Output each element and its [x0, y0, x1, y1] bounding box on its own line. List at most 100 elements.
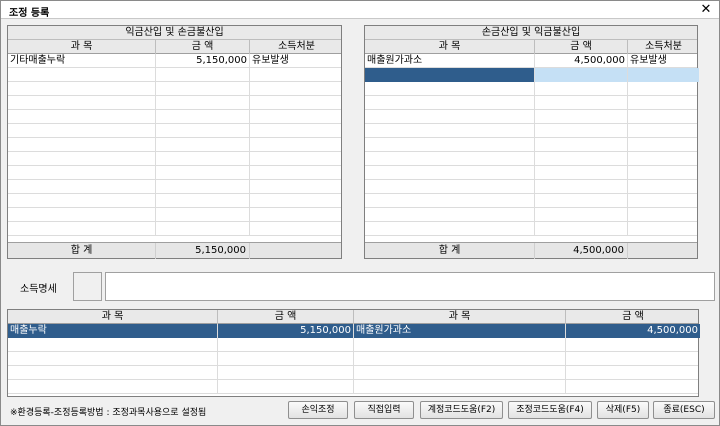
- cell-amount[interactable]: [535, 96, 628, 110]
- cell-amount[interactable]: [156, 68, 250, 82]
- cell-disposal[interactable]: [628, 194, 699, 208]
- table-row[interactable]: [365, 138, 697, 152]
- cell-disposal[interactable]: [250, 68, 343, 82]
- table-row[interactable]: [365, 194, 697, 208]
- cell-disposal[interactable]: [250, 110, 343, 124]
- table-row[interactable]: [8, 96, 341, 110]
- table-row[interactable]: [365, 68, 699, 82]
- cell-account[interactable]: [8, 82, 156, 96]
- table-row[interactable]: [8, 82, 341, 96]
- table-row[interactable]: [8, 68, 341, 82]
- cell-amount[interactable]: [535, 152, 628, 166]
- cell-account[interactable]: 매출누락: [8, 324, 218, 338]
- cell-account[interactable]: [365, 110, 535, 124]
- table-row[interactable]: [365, 110, 697, 124]
- cell-amount[interactable]: [156, 124, 250, 138]
- cell-account[interactable]: [8, 338, 218, 352]
- cell-amount-2[interactable]: [566, 366, 700, 380]
- cell-disposal[interactable]: [628, 68, 699, 82]
- table-row[interactable]: [365, 124, 697, 138]
- table-row[interactable]: [365, 152, 697, 166]
- cell-account[interactable]: [365, 194, 535, 208]
- cell-account[interactable]: [8, 352, 218, 366]
- table-row[interactable]: [365, 82, 697, 96]
- cell-amount-2[interactable]: [566, 352, 700, 366]
- cell-amount[interactable]: [535, 166, 628, 180]
- table-row[interactable]: [8, 110, 341, 124]
- table-row[interactable]: [8, 222, 341, 236]
- cell-disposal[interactable]: [628, 166, 699, 180]
- table-row[interactable]: [8, 124, 341, 138]
- table-row[interactable]: [8, 152, 341, 166]
- cell-account[interactable]: [8, 138, 156, 152]
- table-row[interactable]: [8, 166, 341, 180]
- cell-amount[interactable]: [156, 166, 250, 180]
- cell-account[interactable]: [365, 124, 535, 138]
- cell-account-2[interactable]: 매출원가과소: [354, 324, 566, 338]
- cell-amount[interactable]: [156, 208, 250, 222]
- cell-amount[interactable]: [535, 138, 628, 152]
- cell-amount-2[interactable]: 4,500,000: [566, 324, 700, 338]
- cell-account[interactable]: [365, 208, 535, 222]
- cell-amount[interactable]: [156, 180, 250, 194]
- table-row[interactable]: [8, 352, 698, 366]
- cell-amount[interactable]: [156, 138, 250, 152]
- table-row[interactable]: [365, 180, 697, 194]
- cell-account[interactable]: [8, 194, 156, 208]
- cell-amount-2[interactable]: [566, 338, 700, 352]
- delete-button[interactable]: 삭제(F5): [597, 401, 649, 419]
- cell-account[interactable]: [8, 124, 156, 138]
- table-row[interactable]: [365, 96, 697, 110]
- cell-disposal[interactable]: [628, 152, 699, 166]
- table-row[interactable]: 기타매출누락 5,150,000 유보발생: [8, 54, 341, 68]
- cell-account[interactable]: [8, 222, 156, 236]
- cell-disposal[interactable]: [250, 194, 343, 208]
- cell-disposal[interactable]: [250, 82, 343, 96]
- cell-amount[interactable]: [218, 338, 354, 352]
- table-row[interactable]: [8, 180, 341, 194]
- cell-amount[interactable]: [535, 110, 628, 124]
- cell-amount[interactable]: [535, 194, 628, 208]
- cell-disposal[interactable]: [250, 96, 343, 110]
- cell-account[interactable]: [365, 222, 535, 236]
- cell-account[interactable]: [365, 166, 535, 180]
- cell-amount[interactable]: [156, 222, 250, 236]
- cell-account[interactable]: [365, 68, 535, 82]
- cell-disposal[interactable]: 유보발생: [250, 54, 343, 68]
- cell-disposal[interactable]: [250, 124, 343, 138]
- table-row[interactable]: [8, 380, 698, 394]
- cell-disposal[interactable]: [250, 166, 343, 180]
- cell-account[interactable]: [365, 96, 535, 110]
- cell-account[interactable]: [8, 208, 156, 222]
- cell-disposal[interactable]: [628, 110, 699, 124]
- adjust-code-help-button[interactable]: 조정코드도움(F4): [508, 401, 592, 419]
- cell-amount[interactable]: [535, 222, 628, 236]
- cell-disposal[interactable]: [628, 96, 699, 110]
- cell-account[interactable]: [365, 138, 535, 152]
- cell-amount[interactable]: [535, 124, 628, 138]
- cell-amount[interactable]: [156, 194, 250, 208]
- table-row[interactable]: 매출누락 5,150,000 매출원가과소 4,500,000: [8, 324, 700, 338]
- cell-account[interactable]: [365, 180, 535, 194]
- cell-account[interactable]: [8, 152, 156, 166]
- cell-amount[interactable]: [156, 110, 250, 124]
- cell-disposal[interactable]: [250, 208, 343, 222]
- cell-disposal[interactable]: [250, 222, 343, 236]
- cell-amount[interactable]: [156, 96, 250, 110]
- cell-amount[interactable]: [218, 380, 354, 394]
- cell-account[interactable]: [8, 180, 156, 194]
- cell-disposal[interactable]: [628, 180, 699, 194]
- cell-amount[interactable]: [218, 366, 354, 380]
- cell-disposal[interactable]: [628, 124, 699, 138]
- cell-disposal[interactable]: [250, 138, 343, 152]
- table-row[interactable]: 매출원가과소 4,500,000 유보발생: [365, 54, 697, 68]
- table-row[interactable]: [365, 208, 697, 222]
- table-row[interactable]: [365, 166, 697, 180]
- cell-disposal[interactable]: [250, 180, 343, 194]
- cell-amount[interactable]: [156, 82, 250, 96]
- cell-account[interactable]: [8, 366, 218, 380]
- cell-amount[interactable]: 5,150,000: [218, 324, 354, 338]
- cell-disposal[interactable]: [250, 152, 343, 166]
- profit-loss-adjust-button[interactable]: 손익조정: [288, 401, 348, 419]
- cell-account[interactable]: [8, 96, 156, 110]
